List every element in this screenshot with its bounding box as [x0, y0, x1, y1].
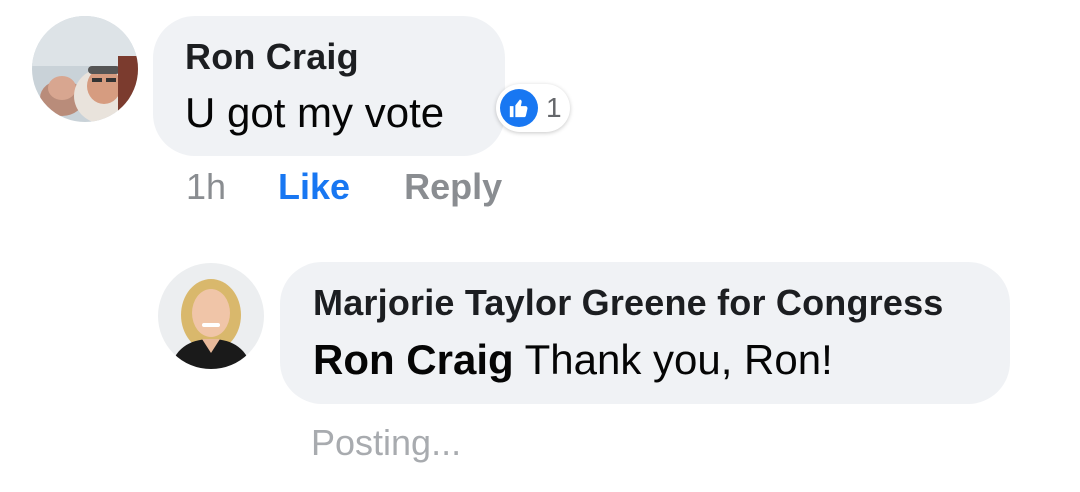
reply-avatar[interactable] — [158, 263, 264, 369]
comment-thread: Ron Craig U got my vote 1 1h Like Reply … — [0, 0, 1080, 492]
comment-actions: 1h Like Reply — [186, 164, 502, 210]
timestamp[interactable]: 1h — [186, 166, 226, 208]
comment-author[interactable]: Ron Craig — [185, 36, 359, 78]
comment-bubble: Ron Craig U got my vote — [153, 16, 505, 156]
reaction-badge[interactable]: 1 — [496, 84, 570, 132]
comment-text: U got my vote — [185, 89, 445, 136]
mention-link[interactable]: Ron Craig — [313, 336, 514, 383]
reply-text: Ron Craig Thank you, Ron! — [313, 336, 833, 384]
reply-bubble: Marjorie Taylor Greene for Congress Ron … — [280, 262, 1010, 404]
like-button[interactable]: Like — [278, 166, 350, 208]
avatar[interactable] — [32, 16, 138, 122]
thumbs-up-icon — [500, 89, 538, 127]
posting-status: Posting... — [311, 422, 462, 463]
reaction-count: 1 — [546, 92, 562, 123]
reply-button[interactable]: Reply — [404, 166, 502, 208]
reply-author[interactable]: Marjorie Taylor Greene for Congress — [313, 282, 944, 324]
reply-message: Thank you, Ron! — [513, 336, 833, 383]
